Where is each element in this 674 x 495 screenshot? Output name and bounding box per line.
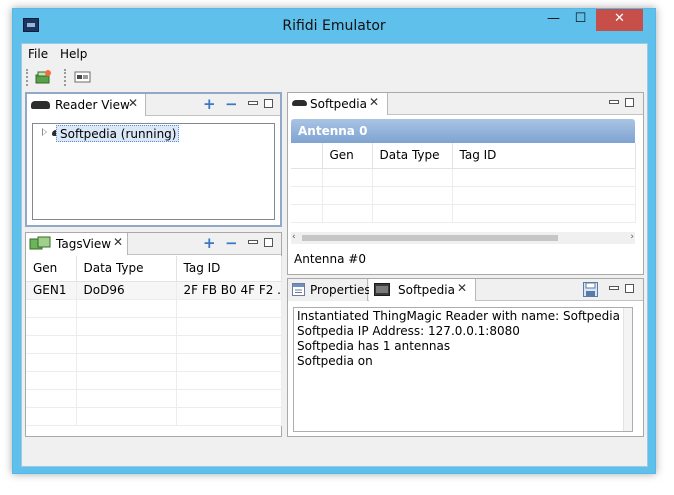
console-line: Softpedia on	[297, 354, 373, 368]
console-icon	[374, 283, 390, 299]
remove-tag-button[interactable]: −	[225, 234, 238, 252]
column-header-gen[interactable]: Gen	[322, 143, 373, 169]
table-row	[26, 317, 282, 336]
minimize-button[interactable]: —	[540, 9, 567, 31]
title-bar[interactable]: Rifidi Emulator — ☐ ✕	[13, 9, 655, 44]
table-row	[26, 407, 282, 426]
menu-bar: File Help	[22, 44, 647, 64]
close-icon[interactable]: ✕	[369, 95, 379, 109]
table-row	[26, 335, 282, 354]
table-row	[291, 186, 636, 205]
close-button[interactable]: ✕	[596, 9, 643, 31]
column-header-blank[interactable]	[291, 143, 323, 169]
app-window: Rifidi Emulator — ☐ ✕ File Help Reader V…	[12, 8, 656, 474]
scroll-right-icon[interactable]: ›	[630, 232, 634, 242]
horizontal-scrollbar[interactable]: ‹ ›	[291, 232, 635, 244]
tags-view-panel: TagsView ✕ + − Gen Data Type Tag ID GEN1	[25, 232, 282, 437]
minimize-view-icon[interactable]	[247, 97, 258, 107]
column-header-tag-id[interactable]: Tag ID	[176, 256, 282, 282]
cell-gen: GEN1	[26, 281, 77, 300]
reader-view-header: Reader View ✕ + −	[27, 94, 280, 116]
properties-icon	[292, 283, 305, 299]
maximize-view-icon[interactable]	[625, 284, 634, 293]
minimize-view-icon[interactable]	[247, 236, 258, 246]
close-icon[interactable]: ✕	[113, 235, 123, 249]
vertical-scrollbar[interactable]	[623, 308, 632, 431]
tag-icon	[29, 236, 51, 255]
console-line: Instantiated ThingMagic Reader with name…	[297, 309, 620, 323]
tab-properties[interactable]: Properties	[288, 279, 371, 301]
close-icon[interactable]: ✕	[457, 281, 467, 295]
tab-reader-view[interactable]: Reader View ✕	[27, 94, 146, 116]
toolbar-grip[interactable]	[64, 69, 66, 86]
add-reader-button[interactable]: +	[203, 95, 216, 113]
tab-softpedia-editor[interactable]: Softpedia ✕	[288, 93, 388, 115]
table-row	[26, 353, 282, 372]
console-panel: Properties Softpedia ✕ Instantiated Thin…	[287, 278, 644, 437]
scroll-left-icon[interactable]: ‹	[292, 232, 296, 242]
maximize-view-icon[interactable]	[264, 238, 273, 247]
console-header: Properties Softpedia ✕	[288, 279, 643, 301]
tags-view-tab-label: TagsView	[56, 237, 112, 251]
column-header-tag-id[interactable]: Tag ID	[452, 143, 636, 169]
table-header-row: Gen Data Type Tag ID	[291, 143, 636, 169]
table-row	[291, 204, 636, 223]
console-output[interactable]: Instantiated ThingMagic Reader with name…	[293, 307, 633, 432]
properties-tab-label: Properties	[310, 283, 371, 297]
tags-view-header: TagsView ✕ + −	[26, 233, 281, 255]
menu-help[interactable]: Help	[60, 47, 87, 61]
table-row	[26, 299, 282, 318]
antenna-tags-table[interactable]: Gen Data Type Tag ID	[291, 143, 636, 223]
add-tag-button[interactable]: +	[203, 234, 216, 252]
column-header-gen[interactable]: Gen	[26, 256, 77, 282]
cell-data-type: DoD96	[76, 281, 177, 300]
minimize-view-icon[interactable]	[608, 282, 619, 292]
layout-icon[interactable]	[74, 69, 91, 85]
table-row	[26, 371, 282, 390]
console-line: Softpedia has 1 antennas	[297, 339, 451, 353]
client-area: File Help Reader View ✕ + − Softpedia (r…	[21, 43, 648, 467]
reader-view-panel: Reader View ✕ + − Softpedia (running)	[25, 92, 282, 227]
toolbar	[22, 65, 647, 90]
maximize-button[interactable]: ☐	[567, 9, 594, 31]
table-row	[291, 168, 636, 187]
antenna-header: Antenna 0	[291, 119, 635, 143]
save-icon[interactable]	[583, 282, 598, 300]
table-row	[26, 389, 282, 408]
table-row[interactable]: GEN1 DoD96 2F FB B0 4F F2 ...	[26, 281, 282, 300]
antenna-title: Antenna 0	[298, 124, 368, 138]
maximize-view-icon[interactable]	[264, 99, 273, 108]
close-icon[interactable]: ✕	[128, 96, 138, 110]
scrollbar-thumb[interactable]	[302, 235, 558, 241]
column-header-data-type[interactable]: Data Type	[372, 143, 453, 169]
softpedia-editor-header: Softpedia ✕	[288, 93, 643, 115]
antenna-tab-label: Antenna #0	[294, 252, 366, 266]
expand-arrow-icon[interactable]	[42, 128, 47, 136]
tab-softpedia-console[interactable]: Softpedia ✕	[369, 279, 476, 301]
cell-tag-id: 2F FB B0 4F F2 ...	[176, 281, 282, 300]
status-bar	[22, 446, 647, 466]
softpedia-editor-panel: Softpedia ✕ Antenna 0 Gen Data Type Tag …	[287, 92, 644, 275]
add-reader-icon[interactable]	[35, 69, 52, 85]
menu-file[interactable]: File	[28, 47, 48, 61]
reader-icon	[292, 100, 307, 106]
reader-icon	[31, 101, 50, 109]
column-header-data-type[interactable]: Data Type	[76, 256, 177, 282]
maximize-view-icon[interactable]	[625, 98, 634, 107]
tab-tags-view[interactable]: TagsView ✕	[26, 233, 128, 255]
console-line: Softpedia IP Address: 127.0.0.1:8080	[297, 324, 520, 338]
tree-item-label[interactable]: Softpedia (running)	[56, 125, 180, 142]
toolbar-grip[interactable]	[26, 69, 28, 86]
table-header-row: Gen Data Type Tag ID	[26, 256, 282, 282]
tags-table[interactable]: Gen Data Type Tag ID GEN1 DoD96 2F FB B0…	[26, 256, 282, 426]
reader-view-tab-label: Reader View	[55, 98, 130, 112]
minimize-view-icon[interactable]	[608, 96, 619, 106]
tab-antenna-0[interactable]: Antenna #0	[291, 249, 371, 271]
softpedia-console-tab-label: Softpedia	[398, 283, 455, 297]
remove-reader-button[interactable]: −	[225, 95, 238, 113]
reader-tree[interactable]: Softpedia (running)	[32, 123, 275, 220]
softpedia-tab-label: Softpedia	[310, 97, 367, 111]
